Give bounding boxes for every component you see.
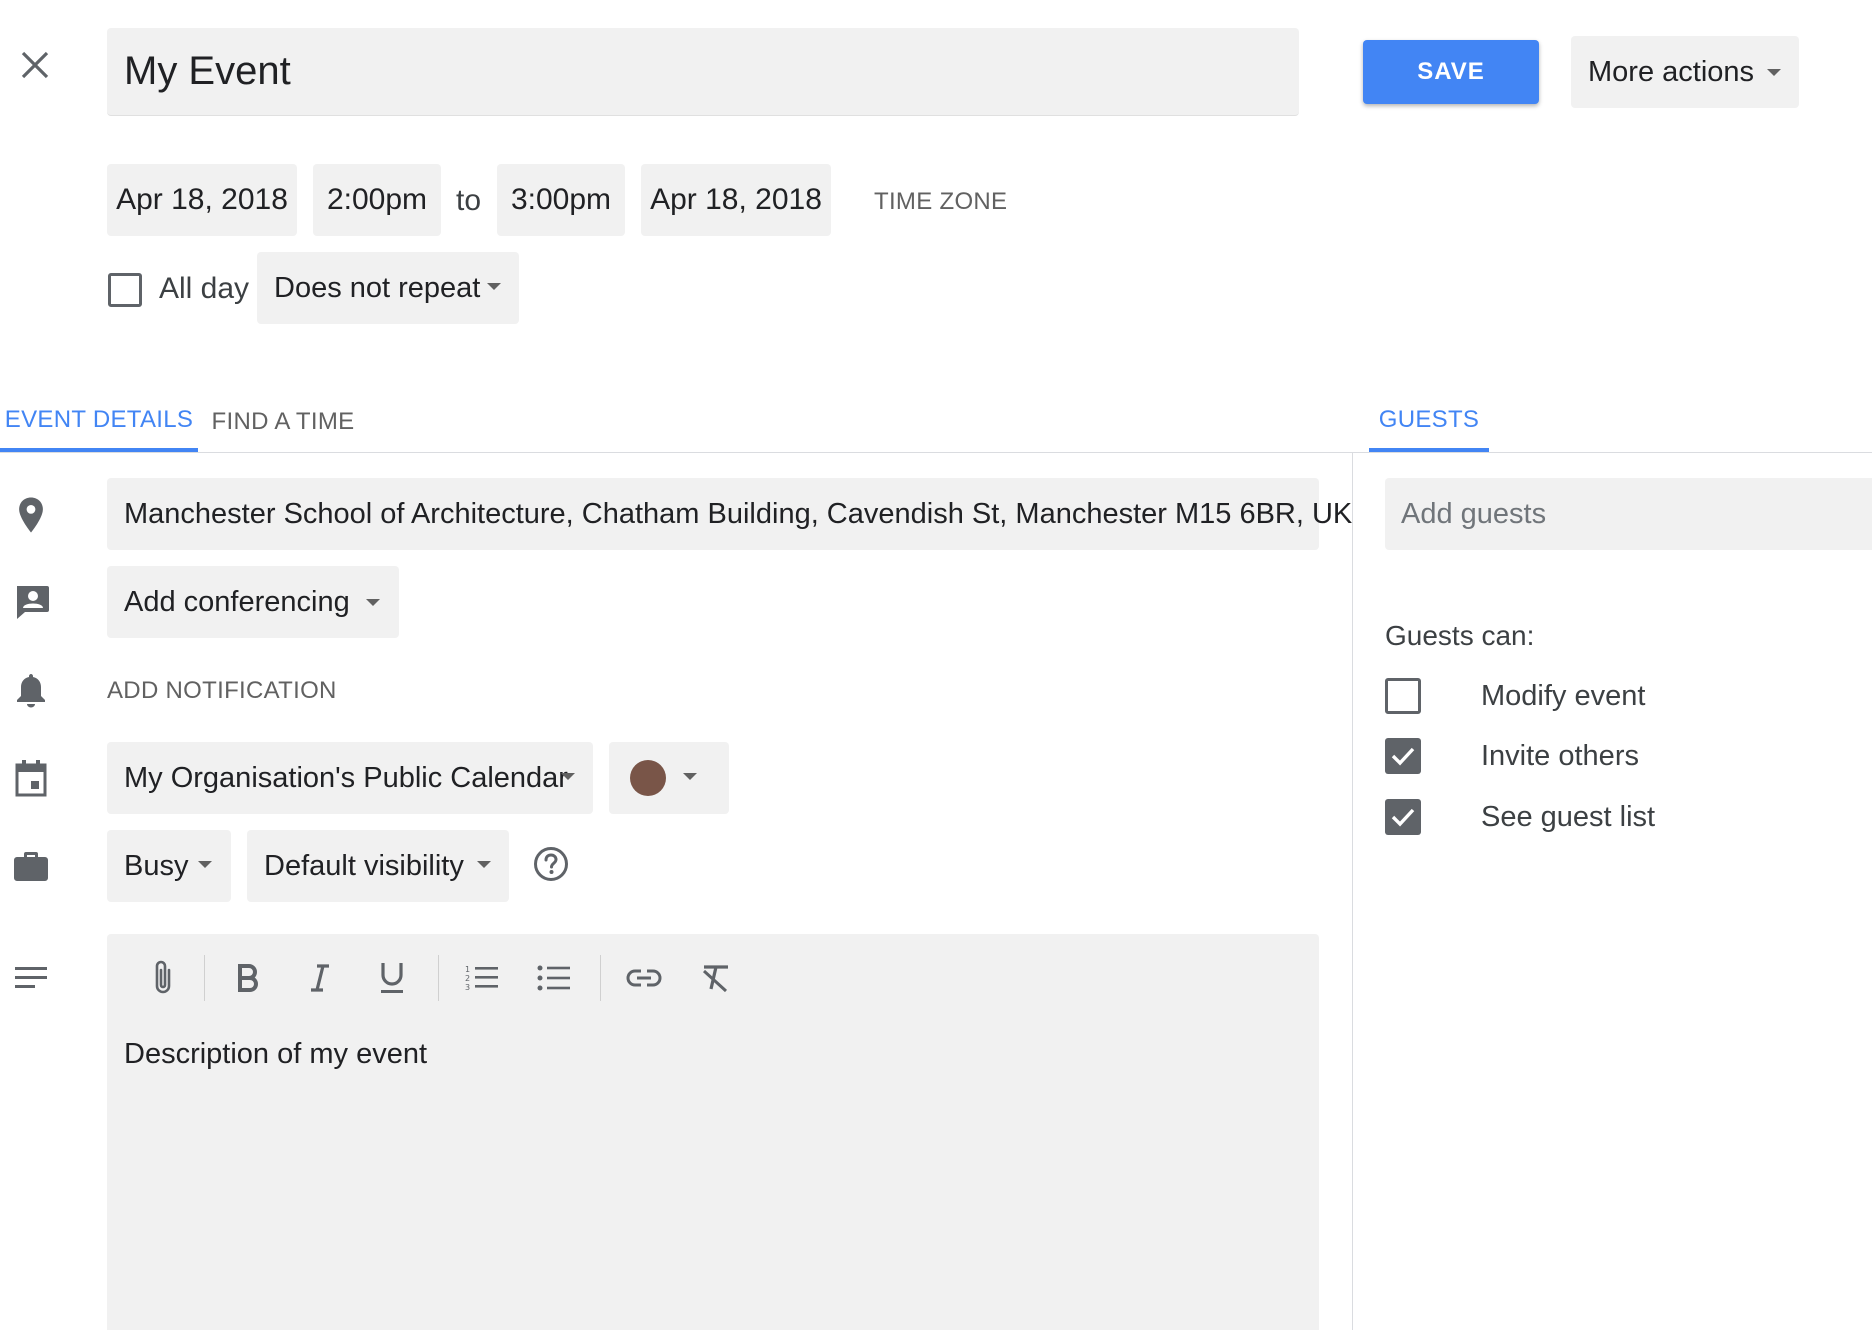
see-guest-list-checkbox[interactable] [1385,799,1421,835]
description-icon [12,962,50,994]
event-color-dropdown[interactable] [609,742,729,814]
add-notification-button[interactable]: ADD NOTIFICATION [107,677,337,705]
start-date-field[interactable]: Apr 18, 2018 [107,164,297,236]
save-button-label: SAVE [1417,58,1485,85]
calendar-dropdown[interactable]: My Organisation's Public Calendar [107,742,593,814]
chevron-down-icon [198,861,212,868]
description-editor[interactable]: 123 Description of my event [107,934,1319,1330]
modify-event-label: Modify event [1481,680,1646,712]
end-time-value: 3:00pm [510,183,612,216]
end-time-field[interactable]: 3:00pm [497,164,625,236]
time-zone-button[interactable]: TIME ZONE [874,188,1007,216]
checkmark-icon [1391,808,1415,827]
location-input[interactable]: Manchester School of Architecture, Chath… [107,478,1352,550]
tab-guests-label: GUESTS [1378,406,1480,433]
tab-guests[interactable]: GUESTS [1369,392,1489,452]
save-button[interactable]: SAVE [1363,40,1539,104]
event-color-swatch [630,760,666,796]
description-text: Description of my event [124,1038,428,1070]
visibility-dropdown[interactable]: Default visibility [247,830,509,902]
numbered-list-icon[interactable]: 123 [458,954,506,1002]
bulleted-list-icon[interactable] [530,954,578,1002]
more-actions-button[interactable]: More actions [1571,36,1799,108]
start-time-field[interactable]: 2:00pm [313,164,441,236]
checkmark-icon [1391,747,1415,766]
event-title-input[interactable]: My Event [107,28,1299,116]
tab-event-details[interactable]: EVENT DETAILS [0,392,198,452]
close-icon[interactable] [14,44,56,86]
end-date-value: Apr 18, 2018 [650,183,822,216]
see-guest-list-label: See guest list [1481,801,1656,833]
chevron-down-icon [487,283,501,290]
location-pin-icon [12,494,50,536]
tabs-divider [0,452,1872,453]
chevron-down-icon [561,773,575,780]
add-conferencing-dropdown[interactable]: Add conferencing [107,566,399,638]
chevron-down-icon [477,861,491,868]
clear-formatting-icon[interactable] [692,954,740,1002]
location-value: Manchester School of Architecture, Chath… [124,497,1353,530]
svg-text:1: 1 [465,965,470,974]
tab-find-a-time[interactable]: FIND A TIME [208,392,358,452]
tab-event-details-label: EVENT DETAILS [4,406,194,433]
bell-icon [12,670,50,710]
repeat-dropdown[interactable]: Does not repeat [257,252,519,324]
tab-find-a-time-label: FIND A TIME [211,408,355,435]
bold-icon[interactable] [224,954,272,1002]
more-actions-label: More actions [1588,55,1755,88]
modify-event-checkbox[interactable] [1385,678,1421,714]
to-label: to [456,184,482,217]
briefcase-icon [12,846,50,886]
svg-text:3: 3 [465,983,470,992]
toolbar-separator [600,955,601,1001]
italic-icon[interactable] [296,954,344,1002]
link-icon[interactable] [620,954,668,1002]
toolbar-separator [438,955,439,1001]
underline-icon[interactable] [368,954,416,1002]
availability-dropdown[interactable]: Busy [107,830,231,902]
all-day-label: All day [159,272,250,305]
toolbar-separator [204,955,205,1001]
event-title-value: My Event [124,49,291,93]
all-day-checkbox[interactable] [108,273,142,307]
calendar-icon [12,758,50,798]
add-conferencing-label: Add conferencing [124,585,350,618]
invite-others-checkbox[interactable] [1385,738,1421,774]
help-icon[interactable] [531,844,571,884]
guests-panel-divider [1352,452,1353,1330]
end-date-field[interactable]: Apr 18, 2018 [641,164,831,236]
svg-text:2: 2 [465,974,470,983]
repeat-value: Does not repeat [274,271,481,304]
calendar-value: My Organisation's Public Calendar [124,761,568,794]
guests-can-label: Guests can: [1385,620,1535,651]
chevron-down-icon [683,773,697,780]
add-guests-placeholder: Add guests [1401,497,1547,530]
invite-others-label: Invite others [1481,740,1639,772]
attachment-icon[interactable] [139,954,187,1002]
add-guests-input[interactable]: Add guests [1385,478,1872,550]
conferencing-icon [12,582,52,622]
start-time-value: 2:00pm [326,183,428,216]
availability-value: Busy [124,849,189,882]
chevron-down-icon [1767,69,1781,76]
start-date-value: Apr 18, 2018 [116,183,288,216]
chevron-down-icon [366,599,380,606]
visibility-value: Default visibility [264,849,464,882]
